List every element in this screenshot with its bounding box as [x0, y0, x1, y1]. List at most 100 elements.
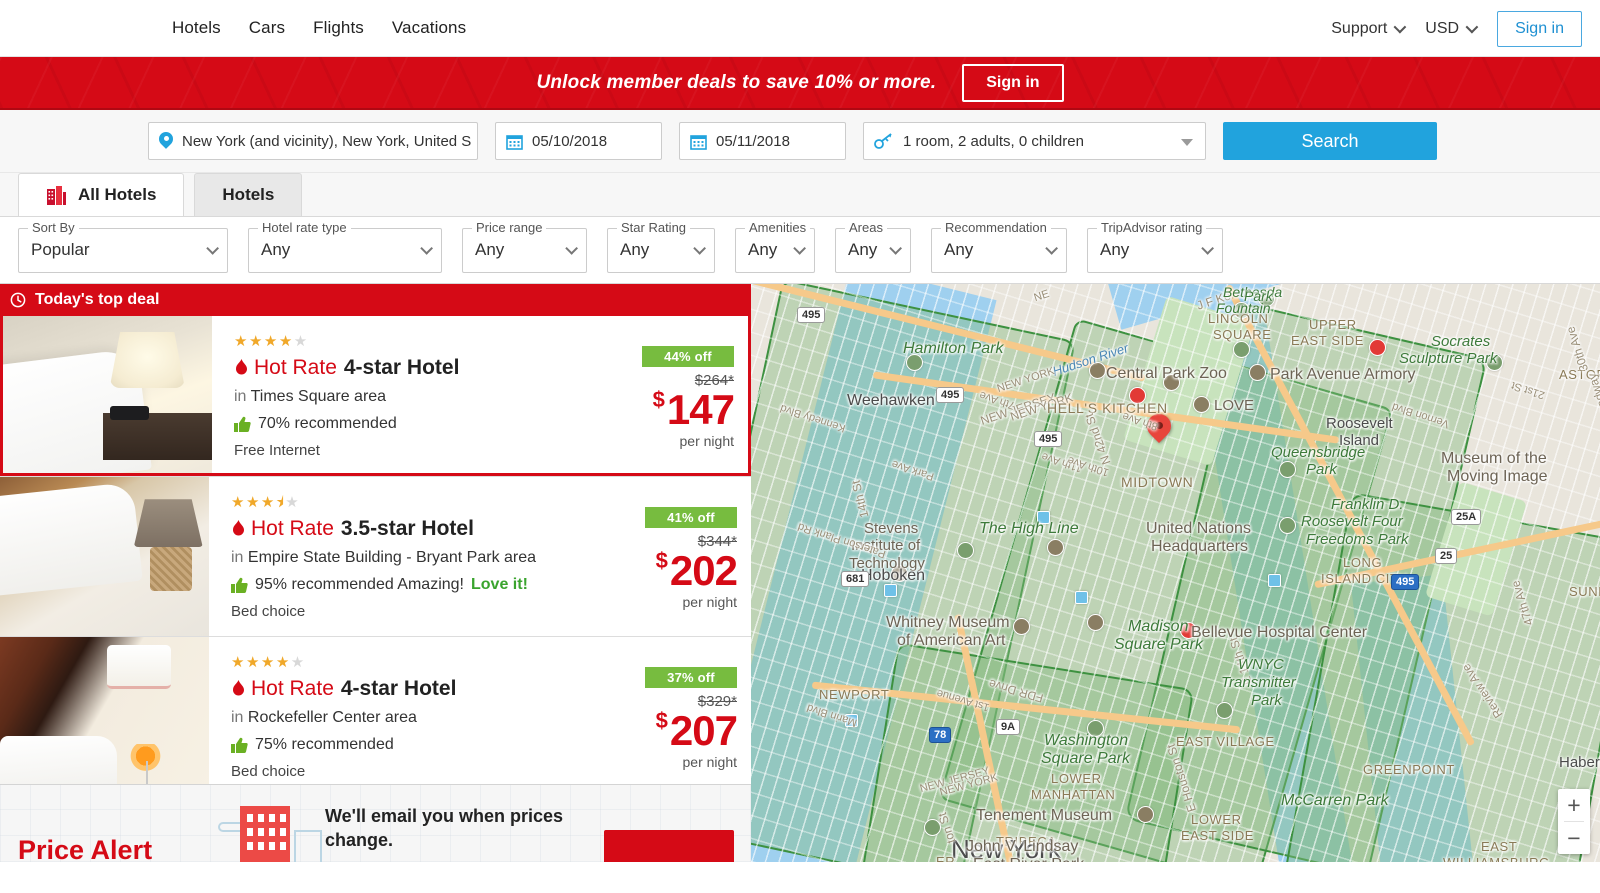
sign-in-button[interactable]: Sign in	[1497, 10, 1582, 47]
hotel-area: Empire State Building - Bryant Park area	[247, 549, 537, 566]
support-dropdown[interactable]: Support	[1331, 20, 1407, 38]
tab-hotels[interactable]: Hotels	[194, 173, 303, 216]
transit-icon[interactable]	[1037, 511, 1050, 524]
flame-icon	[233, 520, 244, 536]
map-location-pin[interactable]	[1147, 414, 1171, 448]
current-price: $202	[633, 550, 738, 592]
price-period: per night	[682, 753, 737, 770]
hospital-poi-icon[interactable]	[1129, 387, 1146, 404]
top-navigation: Hotels Cars Flights Vacations Support US…	[0, 0, 1600, 57]
park-poi-icon[interactable]	[1087, 720, 1104, 737]
thumbs-up-icon	[231, 577, 248, 593]
thumbs-up-icon	[231, 737, 248, 753]
park-poi-icon[interactable]	[906, 354, 923, 371]
calendar-icon	[506, 134, 523, 150]
search-button[interactable]: Search	[1223, 122, 1437, 160]
filter-star-rating[interactable]: Star Rating Any	[607, 219, 715, 273]
hotel-card-featured[interactable]: ★★★★★ Hot Rate 4-star Hotel in Times Squ…	[0, 316, 751, 476]
museum-poi-icon[interactable]	[1163, 374, 1180, 391]
recommendation-row: 95% recommended Amazing! Love it!	[231, 576, 633, 594]
hotel-card[interactable]: ★★★★★ Hot Rate 4-star Hotel in Rockefell…	[0, 636, 751, 796]
filter-recommendation-value: Any	[944, 240, 974, 259]
hotel-thumbnail	[0, 477, 209, 636]
nav-link-cars[interactable]: Cars	[249, 18, 285, 38]
transit-icon[interactable]	[845, 714, 858, 727]
park-poi-icon[interactable]	[957, 542, 974, 559]
area-prefix: in	[231, 549, 244, 566]
transit-icon[interactable]	[884, 584, 897, 597]
filter-sort-by-value: Popular	[31, 240, 90, 259]
check-in-date-input[interactable]: 05/10/2018	[495, 122, 662, 160]
hotel-area: Rockefeller Center area	[247, 709, 417, 726]
museum-poi-icon[interactable]	[1087, 614, 1104, 631]
chevron-down-icon	[565, 241, 578, 255]
map-route-shield: 681	[841, 571, 870, 587]
museum-poi-icon[interactable]	[1193, 396, 1210, 413]
map-zoom-in-button[interactable]: +	[1558, 789, 1590, 821]
chevron-down-icon	[1201, 241, 1214, 255]
filter-amenities[interactable]: Amenities Any	[735, 219, 815, 273]
filter-sort-by[interactable]: Sort By Popular	[18, 219, 228, 273]
hot-rate-badge: Hot Rate	[231, 677, 334, 701]
member-deals-banner: Unlock member deals to save 10% or more.…	[0, 57, 1600, 110]
map-zoom-controls: + −	[1558, 789, 1590, 854]
page-root: Hotels Cars Flights Vacations Support US…	[0, 0, 1600, 893]
currency-label: USD	[1425, 19, 1460, 37]
filter-recommendation[interactable]: Recommendation Any	[931, 219, 1067, 273]
museum-poi-icon[interactable]	[1137, 806, 1154, 823]
museum-poi-icon[interactable]	[1047, 539, 1064, 556]
tab-all-hotels[interactable]: All Hotels	[18, 173, 185, 216]
park-poi-icon[interactable]	[1486, 354, 1503, 371]
check-out-date-input[interactable]: 05/11/2018	[679, 122, 846, 160]
park-poi-icon[interactable]	[1279, 461, 1296, 478]
hotel-amenity: Bed choice	[231, 763, 306, 780]
destination-value: New York (and vicinity), New York, Unite…	[182, 132, 472, 150]
nav-link-flights[interactable]: Flights	[313, 18, 364, 38]
park-poi-icon[interactable]	[1258, 290, 1275, 307]
filter-price-range-label: Price range	[472, 219, 547, 235]
clock-icon	[10, 292, 26, 308]
map-canvas[interactable]: Hamilton Park Weehawken Hudson River J F Ke…	[751, 284, 1600, 862]
chevron-down-icon	[793, 241, 806, 255]
filter-price-range[interactable]: Price range Any	[462, 219, 587, 273]
map-route-shield: 495	[1391, 574, 1420, 590]
park-poi-icon[interactable]	[1233, 341, 1250, 358]
transit-icon[interactable]	[1075, 591, 1088, 604]
price-alert-button[interactable]	[604, 830, 734, 862]
park-poi-icon[interactable]	[1216, 702, 1233, 719]
nav-link-vacations[interactable]: Vacations	[392, 18, 466, 38]
key-icon	[874, 132, 892, 149]
circle-poi-icon[interactable]	[924, 819, 941, 836]
restaurant-poi-icon[interactable]	[891, 565, 908, 582]
banner-sign-in-button[interactable]: Sign in	[962, 63, 1064, 102]
zoo-poi-icon[interactable]	[1089, 362, 1106, 379]
filter-areas[interactable]: Areas Any	[835, 219, 911, 273]
check-out-value: 05/11/2018	[716, 132, 790, 150]
map-zoom-out-button[interactable]: −	[1558, 822, 1590, 854]
filter-tripadvisor-rating[interactable]: TripAdvisor rating Any	[1087, 219, 1223, 273]
chevron-down-icon	[420, 241, 433, 255]
map-panel[interactable]: Hamilton Park Weehawken Hudson River J F Ke…	[751, 284, 1600, 862]
hospital-poi-icon[interactable]	[1180, 622, 1197, 639]
top-deal-label: Today's top deal	[35, 291, 160, 308]
hotel-area: Times Square area	[250, 388, 387, 405]
park-poi-icon[interactable]	[1233, 302, 1250, 319]
current-price: $207	[633, 710, 738, 752]
park-poi-icon[interactable]	[1279, 517, 1296, 534]
museum-poi-icon[interactable]	[1249, 364, 1266, 381]
currency-dropdown[interactable]: USD	[1425, 19, 1479, 38]
hotel-card[interactable]: ★★★⯨★ Hot Rate 3.5-star Hotel in Empire …	[0, 476, 751, 636]
transit-icon[interactable]	[1268, 574, 1281, 587]
hospital-poi-icon[interactable]	[1369, 339, 1386, 356]
utility-nav: Support USD Sign in	[1331, 0, 1582, 57]
rooms-guests-select[interactable]: 1 room, 2 adults, 0 children	[863, 122, 1206, 160]
recommendation-row: 75% recommended	[231, 736, 633, 754]
flame-icon	[236, 359, 247, 375]
filter-hotel-rate-type-value: Any	[261, 240, 291, 259]
destination-input[interactable]: New York (and vicinity), New York, Unite…	[148, 122, 478, 160]
filter-hotel-rate-type[interactable]: Hotel rate type Any	[248, 219, 442, 273]
nav-link-hotels[interactable]: Hotels	[172, 18, 221, 38]
price-amount: 147	[666, 386, 735, 433]
photo-phone	[109, 405, 150, 420]
museum-poi-icon[interactable]	[1013, 618, 1030, 635]
